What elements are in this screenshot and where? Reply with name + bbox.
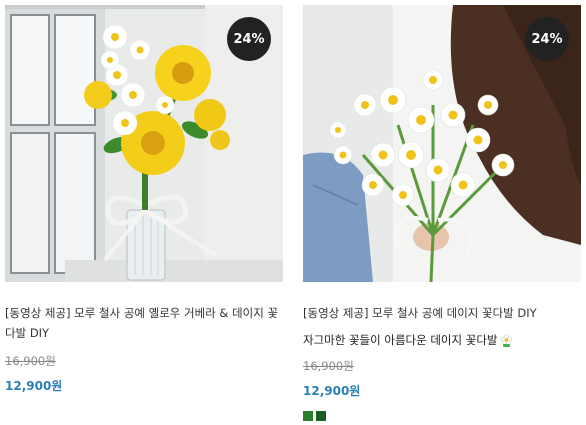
product-image[interactable]: 24% (303, 5, 581, 282)
product-grid: 24% [동영상 제공] 모루 철사 공예 옐로우 거베라 & 데이지 꽃다발 … (0, 0, 586, 425)
discount-badge: 24% (525, 17, 569, 61)
sale-price: 12,900원 (303, 384, 361, 398)
discount-badge: 24% (227, 17, 271, 61)
original-price: 16,900원 (5, 354, 56, 368)
product-card[interactable]: 24% [동영상 제공] 모루 철사 공예 옐로우 거베라 & 데이지 꽃다발 … (5, 5, 285, 394)
color-swatch[interactable] (316, 411, 326, 421)
product-title[interactable]: [동영상 제공] 모루 철사 공예 옐로우 거베라 & 데이지 꽃다발 DIY (5, 303, 283, 343)
product-card[interactable]: 24% [동영상 제공] 모루 철사 공예 데이지 꽃다발 DIY 자그마한 꽃… (303, 5, 583, 421)
flower-emoji-icon (500, 333, 513, 347)
sale-price: 12,900원 (5, 379, 63, 393)
color-swatch[interactable] (303, 411, 313, 421)
product-subtitle-text: 자그마한 꽃들이 아름다운 데이지 꽃다발 (303, 333, 498, 347)
product-image[interactable]: 24% (5, 5, 283, 282)
product-subtitle: 자그마한 꽃들이 아름다운 데이지 꽃다발 (303, 332, 583, 348)
original-price: 16,900원 (303, 359, 354, 373)
color-swatches (303, 411, 583, 421)
product-title[interactable]: [동영상 제공] 모루 철사 공예 데이지 꽃다발 DIY (303, 303, 581, 323)
